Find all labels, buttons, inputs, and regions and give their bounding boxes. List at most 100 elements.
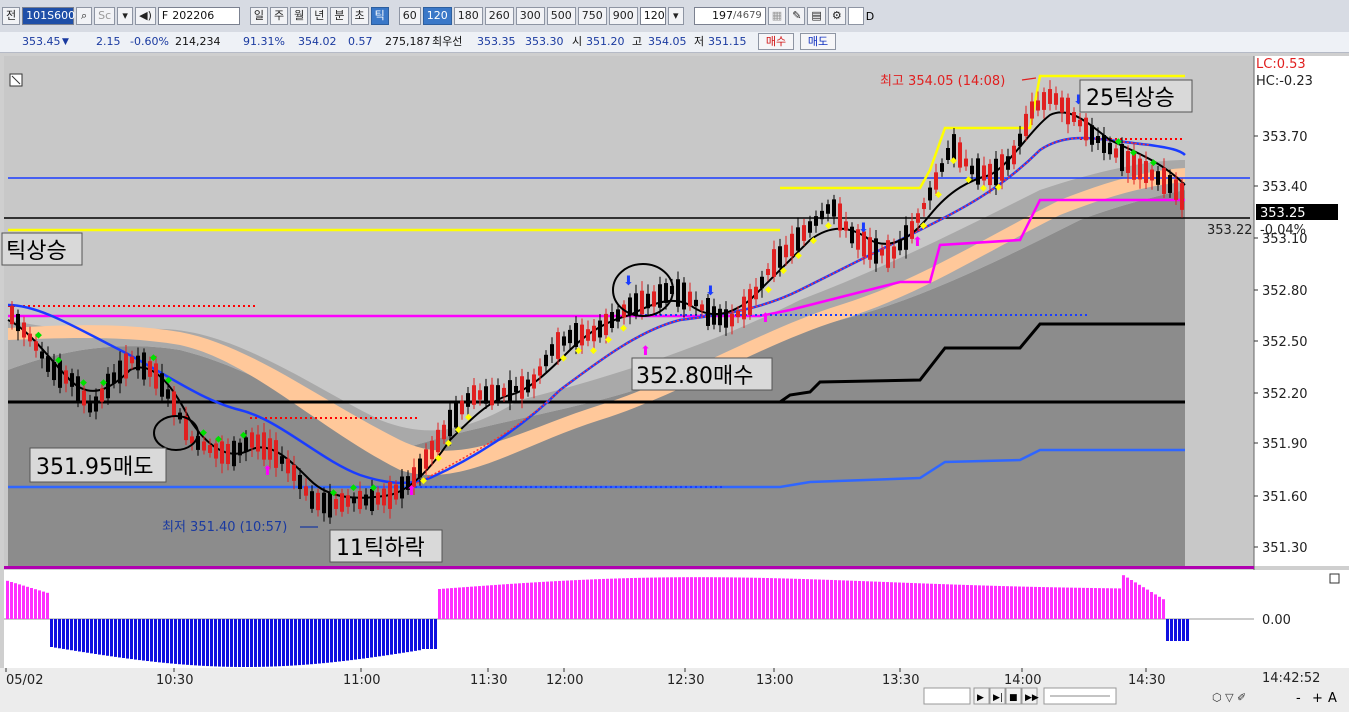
oscillator-bar	[530, 582, 533, 619]
oscillator-bar	[1078, 587, 1081, 619]
d-checkbox[interactable]	[847, 7, 864, 25]
tick-120-button[interactable]: 120	[422, 7, 452, 25]
candle-body	[82, 390, 86, 406]
price-change: 2.15	[96, 35, 121, 48]
tick-750-button[interactable]: 750	[577, 7, 607, 25]
sc-toggle-button[interactable]: Sc	[94, 7, 116, 25]
oscillator-bar	[174, 619, 177, 664]
zoom-button[interactable]: -	[1296, 691, 1301, 706]
tick-180-button[interactable]: 180	[453, 7, 483, 25]
y-tick-label: 353.70	[1262, 130, 1308, 145]
chart-type-icon[interactable]: ▤	[807, 7, 826, 25]
speaker-icon[interactable]: ◀)	[135, 7, 156, 25]
tick-300-button[interactable]: 300	[515, 7, 545, 25]
oscillator-bar	[62, 619, 65, 649]
oscillator-bar	[438, 589, 441, 619]
oscillator-bar	[1018, 586, 1021, 619]
oscillator-bar	[666, 577, 669, 619]
zoom-button[interactable]: A	[1328, 691, 1337, 706]
period-second-button[interactable]: 초	[350, 7, 369, 25]
tick-select-dropdown-icon[interactable]: ▾	[667, 7, 684, 25]
candle-body	[1018, 133, 1022, 147]
panel-separator	[4, 566, 1254, 569]
draw-tool-icon[interactable]: ✎	[788, 7, 806, 25]
candle-body	[832, 199, 836, 217]
candle-body	[532, 374, 536, 389]
candle-body	[10, 305, 14, 325]
open-label: 시	[572, 35, 583, 48]
candle-body	[118, 360, 122, 384]
candle-body	[646, 293, 650, 309]
code-input[interactable]: 101S6000	[22, 7, 82, 25]
candle-body	[598, 320, 602, 338]
oscillator-bar	[642, 577, 645, 619]
signal-dot-yellow: ◆	[455, 425, 462, 435]
oscillator-bar	[462, 587, 465, 619]
oscillator-bar	[1146, 589, 1149, 619]
oscillator-bar	[622, 578, 625, 619]
oscillator-bar	[338, 619, 341, 662]
oscillator-bar	[774, 578, 777, 619]
tick-500-button[interactable]: 500	[546, 7, 576, 25]
scroll-track[interactable]	[923, 687, 971, 705]
oscillator-bar	[178, 619, 181, 665]
candle-body	[898, 239, 902, 251]
oscillator-close-icon[interactable]	[1329, 573, 1340, 584]
oscillator-bar	[1138, 584, 1141, 619]
candle-body	[1090, 125, 1094, 145]
price-chart[interactable]: ◆◆◆◆◆◆◆ ◆◆◆◆◆◆◆◆ ◆◆◆◆◆ ◆◆◆◆ ◆◆◆◆◆ ◆◆ ◆ ◆◆◆◆⬇⬇⬇⬇…	[0, 53, 1349, 712]
oscillator-bar	[1178, 619, 1181, 641]
count-input[interactable]: 197 /4679	[693, 7, 766, 25]
candle-body	[988, 163, 992, 186]
zoom-button[interactable]: +	[1312, 691, 1323, 706]
oscillator-bar	[518, 583, 521, 619]
buy-button[interactable]: 매수	[758, 33, 794, 50]
y-tick-label: 351.30	[1262, 541, 1308, 556]
grid-icon[interactable]: ▦	[767, 7, 787, 25]
window-menu-button[interactable]: 전	[2, 7, 21, 25]
period-day-button[interactable]: 일	[249, 7, 269, 25]
oscillator-bar	[942, 584, 945, 619]
oscillator-bar	[1022, 586, 1025, 619]
oscillator-bar	[846, 580, 849, 619]
oscillator-bar	[630, 578, 633, 619]
tick-900-button[interactable]: 900	[608, 7, 638, 25]
oscillator-bar	[714, 577, 717, 619]
chart-tool-icon[interactable]: ⬡ ▽ ✐	[1212, 691, 1246, 704]
candle-body	[460, 400, 464, 415]
y-tick-label: 351.90	[1262, 437, 1308, 452]
sc-dropdown-icon[interactable]: ▾	[117, 7, 134, 25]
oscillator-bar	[802, 579, 805, 619]
oscillator-bar	[514, 583, 517, 619]
oscillator-bar	[1170, 619, 1173, 641]
period-week-button[interactable]: 주	[270, 7, 289, 25]
code-search-icon[interactable]: ⌕	[76, 7, 93, 25]
candle-body	[730, 313, 734, 327]
high-price: 354.05	[648, 35, 687, 48]
oscillator-bar	[422, 619, 425, 649]
period-year-button[interactable]: 년	[310, 7, 329, 25]
best-ask: 353.30	[525, 35, 564, 48]
period-minute-button[interactable]: 분	[330, 7, 349, 25]
period-tick-button[interactable]: 틱	[370, 7, 389, 25]
signal-dot-yellow: ◆	[590, 346, 597, 356]
candle-body	[982, 165, 986, 181]
oscillator-bar	[858, 580, 861, 619]
oscillator-bar	[738, 577, 741, 619]
buy-arrow-icon: ⬆	[262, 464, 273, 479]
x-tick-label: 11:00	[343, 673, 380, 688]
chart-area[interactable]: ◆ ◆ ◆ ◆ ◆ ◆ ◆ ◆ ◆ ◆ ◆ ◆ ◆ ◆ ◆ ◆ ◆ ◆ ◆ ◆ ◆ ◆ ◆ ◆ ◆ ◆ ◆ ◆ ◆ ◆ ◆ ◆ ◆ ◆ ◆ ◆ ⬇ ⬇ ⬇ ⬇…	[0, 53, 1349, 712]
candle-body	[850, 226, 854, 244]
oscillator-bar	[430, 619, 433, 649]
oscillator-bar	[734, 577, 737, 619]
oscillator-bar	[1182, 619, 1185, 641]
oscillator-bar	[486, 585, 489, 619]
tick-60-button[interactable]: 60	[398, 7, 421, 25]
oscillator-bar	[834, 580, 837, 619]
tick-260-button[interactable]: 260	[484, 7, 514, 25]
contract-input[interactable]: F 202206	[157, 7, 240, 25]
settings-icon[interactable]: ⚙	[827, 7, 846, 25]
tick-select[interactable]: 120	[639, 7, 666, 25]
period-month-button[interactable]: 월	[290, 7, 309, 25]
sell-button[interactable]: 매도	[800, 33, 836, 50]
